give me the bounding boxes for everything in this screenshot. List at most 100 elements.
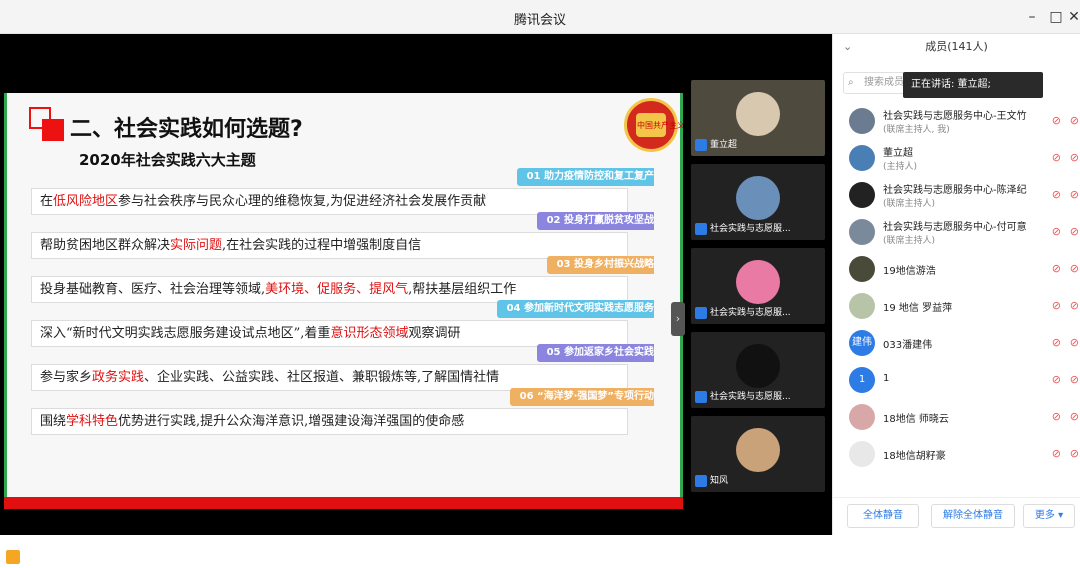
member-name: 董立超 xyxy=(883,148,913,159)
user-icon xyxy=(695,390,707,403)
mic-muted-icon[interactable]: ⊘ xyxy=(1052,188,1061,201)
avatar xyxy=(849,182,875,208)
collapse-panel-handle[interactable]: › xyxy=(671,302,685,336)
emblem-text: 中国共产主义 xyxy=(637,121,683,130)
camera-off-icon[interactable]: ⊘ xyxy=(1070,373,1079,386)
highlight-text: 实际问题 xyxy=(170,238,223,253)
member-item[interactable]: 董立超 (主持人) ⊘ ⊘ xyxy=(833,139,1080,176)
panel-footer: 全体静音 解除全体静音 更多 ▾ xyxy=(833,497,1080,535)
slide-bottom-bar xyxy=(4,497,683,509)
theme-tag: 01 助力疫情防控和复工复产 xyxy=(516,168,654,186)
participant-avatar xyxy=(736,260,780,304)
camera-off-icon[interactable]: ⊘ xyxy=(1070,299,1079,312)
row-text: 参与家乡 xyxy=(40,370,93,385)
row-text: 参与社会秩序与民众心理的维稳恢复,为促进经济社会发展作贡献 xyxy=(118,194,487,209)
user-icon xyxy=(6,549,20,564)
video-thumbnail[interactable]: 董立超 xyxy=(691,80,825,156)
mic-muted-icon[interactable]: ⊘ xyxy=(1052,299,1061,312)
participant-name: 社会实践与志愿服... xyxy=(710,308,791,318)
video-thumbnail[interactable]: 社会实践与志愿服... xyxy=(691,332,825,408)
camera-off-icon[interactable]: ⊘ xyxy=(1070,410,1079,423)
participant-avatar xyxy=(736,344,780,388)
member-item[interactable]: 社会实践与志愿服务中心-王文竹 (联席主持人, 我) ⊘ ⊘ xyxy=(833,102,1080,139)
camera-off-icon[interactable]: ⊘ xyxy=(1070,262,1079,275)
theme-tag: 05 参加返家乡社会实践 xyxy=(536,344,654,362)
row-text: ,在社会实践的过程中增强制度自信 xyxy=(222,238,422,253)
camera-off-icon[interactable]: ⊘ xyxy=(1070,447,1079,460)
member-item[interactable]: 19 地信 罗益萍 ⊘ ⊘ xyxy=(833,287,1080,324)
title-bar: 腾讯会议 – □ ✕ xyxy=(0,0,1080,34)
participant-avatar xyxy=(736,92,780,136)
member-name: 社会实践与志愿服务中心-陈泽纪 xyxy=(883,185,1027,196)
avatar xyxy=(849,256,875,282)
mute-all-button[interactable]: 全体静音 xyxy=(847,504,919,528)
slide-heading: 二、社会实践如何选题? xyxy=(70,117,303,142)
members-title: 成员(141人) xyxy=(925,40,988,53)
members-panel: ⌄ 成员(141人) ⌕ 搜索成员 正在讲话: 董立超; 社会实践与志愿服务中心… xyxy=(832,34,1080,535)
camera-off-icon[interactable]: ⊘ xyxy=(1070,188,1079,201)
mic-muted-icon[interactable]: ⊘ xyxy=(1052,262,1061,275)
more-button[interactable]: 更多 ▾ xyxy=(1023,504,1075,528)
user-icon xyxy=(695,474,707,487)
mic-muted-icon[interactable]: ⊘ xyxy=(1052,114,1061,127)
participant-name: 知风 xyxy=(710,476,729,486)
camera-off-icon[interactable]: ⊘ xyxy=(1070,114,1079,127)
member-item[interactable]: 18地信胡籽豪 ⊘ ⊘ xyxy=(833,435,1080,472)
shared-screen-area: 二、社会实践如何选题? 2020年社会实践六大主题 中国共产主义 01 助力疫情… xyxy=(0,34,832,564)
video-thumbnail[interactable]: 知风 xyxy=(691,416,825,492)
participant-label: 社会实践与志愿服... xyxy=(695,222,791,236)
member-item[interactable]: 1 1 ⊘ ⊘ xyxy=(833,361,1080,398)
close-icon[interactable]: ✕ xyxy=(1066,9,1080,25)
member-name: 18地信 师晓云 xyxy=(883,414,949,425)
avatar: 建伟 xyxy=(849,330,875,356)
member-name: 19 地信 罗益萍 xyxy=(883,303,953,314)
row-text: 围绕 xyxy=(40,414,67,429)
video-thumbnail[interactable]: 社会实践与志愿服... xyxy=(691,248,825,324)
participant-avatar xyxy=(736,176,780,220)
mic-muted-icon[interactable]: ⊘ xyxy=(1052,151,1061,164)
minimize-icon[interactable]: – xyxy=(1024,9,1040,25)
speaking-indicator: 正在讲话: 董立超; xyxy=(903,72,1043,98)
theme-row: 在低风险地区参与社会秩序与民众心理的维稳恢复,为促进经济社会发展作贡献 xyxy=(31,188,628,215)
member-name: 1 xyxy=(883,373,890,384)
camera-off-icon[interactable]: ⊘ xyxy=(1070,336,1079,349)
member-item[interactable]: 建伟 033潘建伟 ⊘ ⊘ xyxy=(833,324,1080,361)
mic-muted-icon[interactable]: ⊘ xyxy=(1052,410,1061,423)
member-item[interactable]: 18地信 师晓云 ⊘ ⊘ xyxy=(833,398,1080,435)
mic-muted-icon[interactable]: ⊘ xyxy=(1052,373,1061,386)
mic-muted-icon[interactable]: ⊘ xyxy=(1052,447,1061,460)
theme-tag: 06 “海洋梦·强国梦”专项行动 xyxy=(509,388,654,406)
theme-tag: 02 投身打赢脱贫攻坚战 xyxy=(536,212,654,230)
participant-avatar xyxy=(736,428,780,472)
slide-right-border xyxy=(680,93,683,509)
member-item[interactable]: 19地信游浩 ⊘ ⊘ xyxy=(833,250,1080,287)
camera-off-icon[interactable]: ⊘ xyxy=(1070,151,1079,164)
video-thumbnail[interactable]: 社会实践与志愿服... xyxy=(691,164,825,240)
theme-tag: 04 参加新时代文明实践志愿服务 xyxy=(496,300,654,318)
chevron-down-icon[interactable]: ⌄ xyxy=(843,34,852,60)
decor-square-filled xyxy=(42,119,64,141)
member-item[interactable]: 社会实践与志愿服务中心-陈泽纪 (联席主持人) ⊘ ⊘ xyxy=(833,176,1080,213)
row-text: 深入“新时代文明实践志愿服务建设试点地区”,着重 xyxy=(40,326,331,341)
row-text: 观察调研 xyxy=(408,326,461,341)
member-role: (联席主持人) xyxy=(883,236,936,246)
member-item[interactable]: 社会实践与志愿服务中心-付可意 (联席主持人) ⊘ ⊘ xyxy=(833,213,1080,250)
camera-off-icon[interactable]: ⊘ xyxy=(1070,225,1079,238)
participant-name: 社会实践与志愿服... xyxy=(710,224,791,234)
maximize-icon[interactable]: □ xyxy=(1048,9,1064,25)
user-icon xyxy=(695,138,707,151)
row-text: 、企业实践、公益实践、社区报道、兼职锻炼等,了解国情社情 xyxy=(144,370,500,385)
search-icon: ⌕ xyxy=(848,77,854,88)
screen-share-label: 董立超的屏幕共享 xyxy=(0,546,128,568)
mic-muted-icon[interactable]: ⊘ xyxy=(1052,225,1061,238)
highlight-text: 学科特色 xyxy=(66,414,119,429)
unmute-all-button[interactable]: 解除全体静音 xyxy=(931,504,1015,528)
slide-subheading: 2020年社会实践六大主题 xyxy=(79,151,256,169)
row-text: 在 xyxy=(40,194,54,209)
participant-label: 知风 xyxy=(695,474,728,488)
highlight-text: 意识形态领域 xyxy=(330,326,409,341)
mic-muted-icon[interactable]: ⊘ xyxy=(1052,336,1061,349)
user-icon xyxy=(695,222,707,235)
member-name: 社会实践与志愿服务中心-王文竹 xyxy=(883,111,1027,122)
theme-row: 投身基础教育、医疗、社会治理等领域,美环境、促服务、提风气,帮扶基层组织工作 xyxy=(31,276,628,303)
